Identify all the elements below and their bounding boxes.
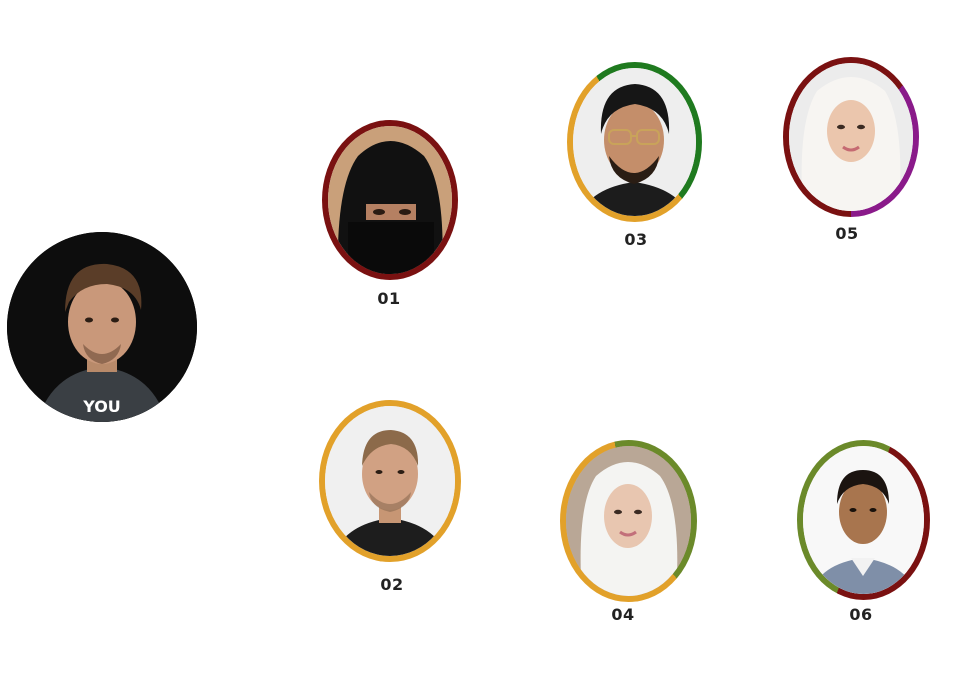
- woman-niqab-portrait-icon: [328, 126, 452, 274]
- contact-05-photo: [789, 63, 913, 211]
- contact-01-label: 01: [377, 289, 401, 308]
- woman-hijab-portrait-icon: [789, 63, 913, 211]
- contact-06-label: 06: [849, 605, 873, 624]
- man-portrait-icon: [325, 406, 455, 556]
- contact-02-label: 02: [380, 575, 404, 594]
- contact-04[interactable]: [560, 440, 697, 602]
- network-canvas: YOU 01 02 03 04 05 06: [0, 0, 979, 696]
- contact-04-label: 04: [611, 605, 635, 624]
- contact-03-label: 03: [624, 230, 648, 249]
- contact-03[interactable]: [567, 62, 702, 222]
- contact-05[interactable]: [783, 57, 919, 217]
- man-portrait-icon: [803, 446, 924, 594]
- contact-03-photo: [573, 68, 696, 216]
- contact-06-photo: [803, 446, 924, 594]
- man-glasses-portrait-icon: [573, 68, 696, 216]
- woman-hijab-portrait-icon: [566, 446, 691, 596]
- contact-01-photo: [328, 126, 452, 274]
- contact-05-label: 05: [835, 224, 859, 243]
- contact-02-photo: [325, 406, 455, 556]
- contact-04-photo: [566, 446, 691, 596]
- you-avatar[interactable]: YOU: [7, 232, 197, 422]
- you-photo: YOU: [7, 232, 197, 422]
- man-portrait-icon: [7, 232, 197, 422]
- contact-06[interactable]: [797, 440, 930, 600]
- contact-01[interactable]: [322, 120, 458, 280]
- you-label: YOU: [83, 397, 121, 416]
- contact-02[interactable]: [319, 400, 461, 562]
